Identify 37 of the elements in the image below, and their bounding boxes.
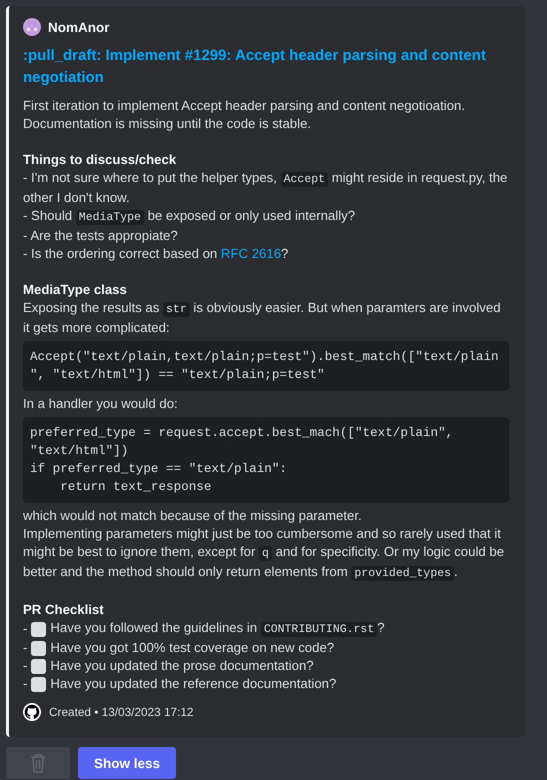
list-dash: - [23, 639, 28, 657]
inline-code: MediaType [76, 210, 144, 225]
github-icon [23, 703, 41, 721]
inline-code: provided_types [351, 566, 454, 581]
inline-code: q [259, 546, 272, 561]
code-block: preferred_type = request.accept.best_mach(["text/plain", "text/html"]) if preferred_type == "text/plain": return text_response [23, 417, 509, 503]
body-text: First iteration to implement Accept header parsing and content negotioation. [23, 97, 466, 115]
body-text: - Should MediaType be exposed or only used internally? [23, 207, 356, 227]
footer-text: Created • 13/03/2023 17:12 [49, 705, 194, 719]
list-dash: - [23, 620, 28, 638]
checklist-text: Have you got 100% test coverage on new code? [50, 639, 334, 657]
checklist-text: Have you followed the guidelines in CONTRIBUTING.rst ? [50, 619, 385, 639]
list-dash: - [23, 657, 28, 675]
section-heading: PR Checklist [23, 601, 105, 619]
body-text: In a handler you would do: [23, 395, 179, 413]
rfc-link[interactable]: RFC 2616 [220, 246, 282, 261]
body-text: - Are the tests appropiate? [23, 227, 179, 245]
section-heading: MediaType class [23, 281, 128, 299]
body-text: - Is the ordering correct based on RFC 2616? [23, 245, 290, 263]
embed-title[interactable]: :pull_draft: Implement #1299: Accept header parsing and content negotiation [23, 45, 509, 89]
body-text: - I'm not sure where to put the helper types, Accept might reside in request.py, the other I don't know. [23, 169, 508, 207]
author-name[interactable]: NomAnor [48, 20, 110, 34]
inline-code: CONTRIBUTING.rst [260, 622, 378, 637]
body-text: Documentation is missing until the code is stable. [23, 115, 312, 133]
avatar-icon [23, 18, 41, 36]
body-text: which would not match because of the missing parameter. [23, 507, 363, 525]
body-text: Exposing the results as str is obviously easier. But when paramters are involved it gets more complicated: [23, 299, 502, 337]
section-heading: Things to discuss/check [23, 151, 178, 169]
show-less-button[interactable]: Show less [78, 747, 176, 779]
body-text: Implementing parameters might just be too cumbersome and so rarely used that it might be best to ignore them, except for q and for specificity. Or my logic could be better and the method should only return elements from provided_types . [23, 525, 506, 583]
inline-code: str [163, 302, 190, 317]
code-block: Accept("text/plain,text/plain;p=test").best_match(["text/plain", "text/html"]) == "text/plain;p=test" [23, 341, 509, 391]
trash-icon [30, 753, 46, 773]
checklist-text: Have you updated the reference documentation? [50, 675, 336, 693]
list-dash: - [23, 675, 28, 693]
checklist-text: Have you updated the prose documentation? [50, 657, 314, 675]
inline-code: Accept [280, 172, 328, 187]
